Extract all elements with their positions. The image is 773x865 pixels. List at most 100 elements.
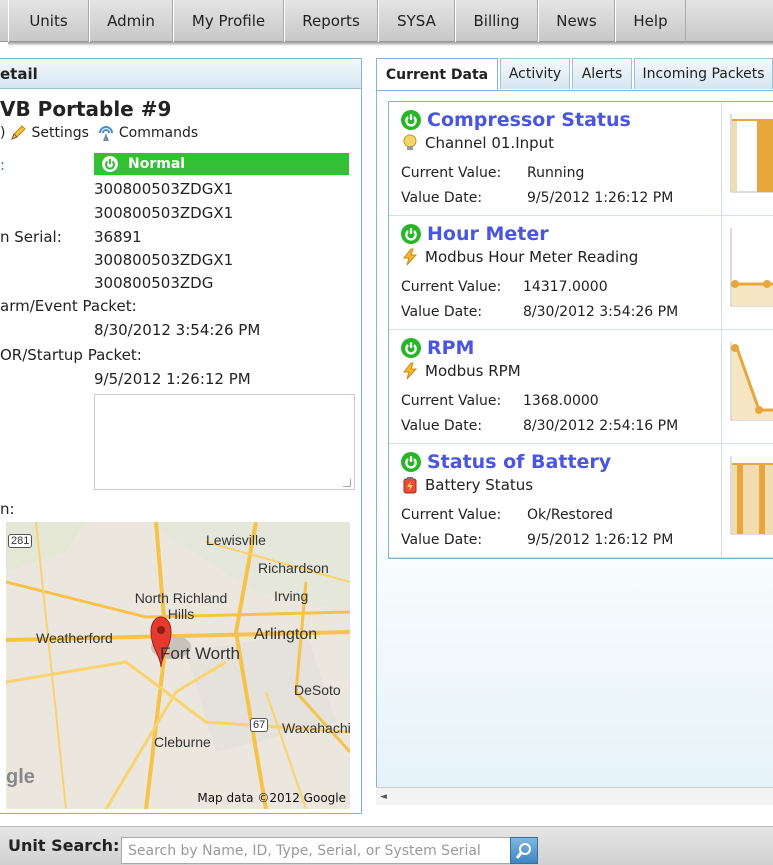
value-date-label: Value Date:	[401, 532, 483, 548]
tab-alerts[interactable]: Alerts	[572, 58, 632, 89]
current-value-label: Current Value:	[401, 279, 502, 295]
card-subtitle: Channel 01.Input	[425, 134, 555, 152]
scroll-left-icon[interactable]: ◄	[380, 792, 387, 802]
unit-search-input[interactable]	[121, 837, 511, 864]
pencil-icon[interactable]	[9, 124, 27, 142]
google-logo: gle	[6, 766, 35, 788]
map-label: Richardson	[258, 560, 329, 576]
sparkline-chart[interactable]	[729, 228, 773, 314]
data-card: Status of Battery Battery Status Current…	[389, 444, 773, 558]
value-date-label: Value Date:	[401, 418, 483, 434]
search-icon	[515, 842, 531, 859]
highway-shield: 67	[250, 718, 269, 732]
resize-grip-icon[interactable]	[343, 479, 351, 487]
map-label: Arlington	[254, 626, 318, 643]
tab-incoming-packets[interactable]: Incoming Packets	[634, 58, 773, 89]
nav-news[interactable]: News	[538, 0, 615, 42]
card-title[interactable]: Compressor Status	[427, 109, 631, 131]
alarm-packet-value: 8/30/2012 3:54:26 PM	[94, 321, 261, 339]
horizontal-scrollbar[interactable]: ◄	[376, 787, 773, 805]
panel-header: etail	[0, 59, 361, 89]
tab-activity[interactable]: Activity	[500, 58, 570, 89]
nav-units[interactable]: Units	[8, 0, 89, 42]
nav-sysa[interactable]: SYSA	[378, 0, 455, 42]
detail-label: n Serial:	[0, 228, 62, 246]
value-date: 8/30/2012 3:54:26 PM	[523, 304, 679, 320]
startup-packet-value: 9/5/2012 1:26:12 PM	[94, 370, 251, 388]
card-title[interactable]: RPM	[427, 337, 474, 359]
nav-my-profile[interactable]: My Profile	[173, 0, 284, 42]
unit-links: ) Settings Commands	[0, 124, 198, 142]
value-date: 9/5/2012 1:26:12 PM	[527, 190, 674, 206]
current-value: Running	[527, 165, 585, 181]
current-value-label: Current Value:	[401, 507, 502, 523]
card-title[interactable]: Status of Battery	[427, 451, 611, 473]
nav-help[interactable]: Help	[615, 0, 686, 42]
bulb-icon	[403, 134, 417, 150]
map-label: Irving	[274, 588, 309, 604]
nav-reports[interactable]: Reports	[284, 0, 378, 42]
value-date-label: Value Date:	[401, 304, 483, 320]
current-value: 14317.0000	[523, 279, 608, 295]
location-label: n:	[0, 500, 15, 518]
map-label: DeSoto	[294, 682, 341, 698]
map-label: Lewisville	[206, 532, 266, 548]
data-card: RPM Modbus RPM Current Value: 1368.0000 …	[389, 330, 773, 444]
nav-admin[interactable]: Admin	[89, 0, 173, 42]
detail-value: 36891	[94, 228, 142, 246]
sparkline-chart[interactable]	[729, 456, 773, 542]
map-label: Fort Worth	[160, 644, 240, 663]
tab-current-data[interactable]: Current Data	[376, 58, 498, 91]
lightning-icon	[402, 248, 418, 266]
map-copyright[interactable]: Map data ©2012 Google	[197, 791, 346, 805]
value-date: 9/5/2012 1:26:12 PM	[527, 532, 674, 548]
card-subtitle: Battery Status	[425, 476, 534, 494]
current-value: Ok/Restored	[527, 507, 613, 523]
value-date-label: Value Date:	[401, 190, 483, 206]
map-label: Waxahachie	[282, 720, 350, 736]
current-value-label: Current Value:	[401, 393, 502, 409]
highway-shield: 281	[8, 534, 33, 548]
unit-detail-panel: etail VB Portable #9 ) Settings Commands…	[0, 58, 362, 814]
value-date: 8/30/2012 2:54:16 PM	[523, 418, 679, 434]
notes-textarea[interactable]	[94, 394, 355, 490]
data-cards: Compressor Status Channel 01.Input Curre…	[388, 101, 773, 559]
detail-value: 300800503ZDGX1	[94, 204, 234, 222]
data-tabs: Current Data Activity Alerts Incoming Pa…	[376, 58, 773, 91]
search-button[interactable]	[510, 837, 538, 864]
card-subtitle: Modbus Hour Meter Reading	[425, 248, 639, 266]
detail-value: 300800503ZDGX1	[94, 180, 234, 198]
map-label: North Richland Hills	[134, 590, 228, 622]
startup-packet-label: OR/Startup Packet:	[0, 346, 142, 364]
data-card: Hour Meter Modbus Hour Meter Reading Cur…	[389, 216, 773, 330]
power-icon	[401, 452, 421, 472]
card-subtitle: Modbus RPM	[425, 362, 521, 380]
card-title[interactable]: Hour Meter	[427, 223, 549, 245]
power-icon	[102, 156, 118, 172]
location-map[interactable]: Lewisville Richardson North Richland Hil…	[6, 522, 350, 809]
settings-link[interactable]: Settings	[31, 125, 88, 141]
current-value-label: Current Value:	[401, 165, 502, 181]
sparkline-chart[interactable]	[729, 114, 773, 200]
unit-search-label: Unit Search:	[8, 836, 120, 855]
status-text: Normal	[128, 156, 186, 172]
commands-link[interactable]: Commands	[119, 125, 198, 141]
link-fragment[interactable]: )	[0, 125, 5, 141]
battery-icon	[403, 477, 417, 494]
status-label: :	[0, 156, 6, 174]
current-value: 1368.0000	[523, 393, 599, 409]
nav-billing[interactable]: Billing	[455, 0, 538, 42]
map-label: Weatherford	[36, 630, 113, 646]
map-label: Cleburne	[154, 734, 211, 750]
detail-value: 300800503ZDG	[94, 274, 214, 292]
top-nav: Units Admin My Profile Reports SYSA Bill…	[0, 0, 773, 46]
sparkline-chart[interactable]	[729, 342, 773, 428]
power-icon	[401, 110, 421, 130]
unit-title: VB Portable #9	[0, 97, 172, 121]
data-card: Compressor Status Channel 01.Input Curre…	[389, 102, 773, 216]
commands-icon[interactable]	[97, 124, 115, 142]
alarm-packet-label: arm/Event Packet:	[0, 297, 137, 315]
status-badge: Normal	[94, 153, 349, 175]
power-icon	[401, 338, 421, 358]
detail-value: 300800503ZDGX1	[94, 251, 234, 269]
